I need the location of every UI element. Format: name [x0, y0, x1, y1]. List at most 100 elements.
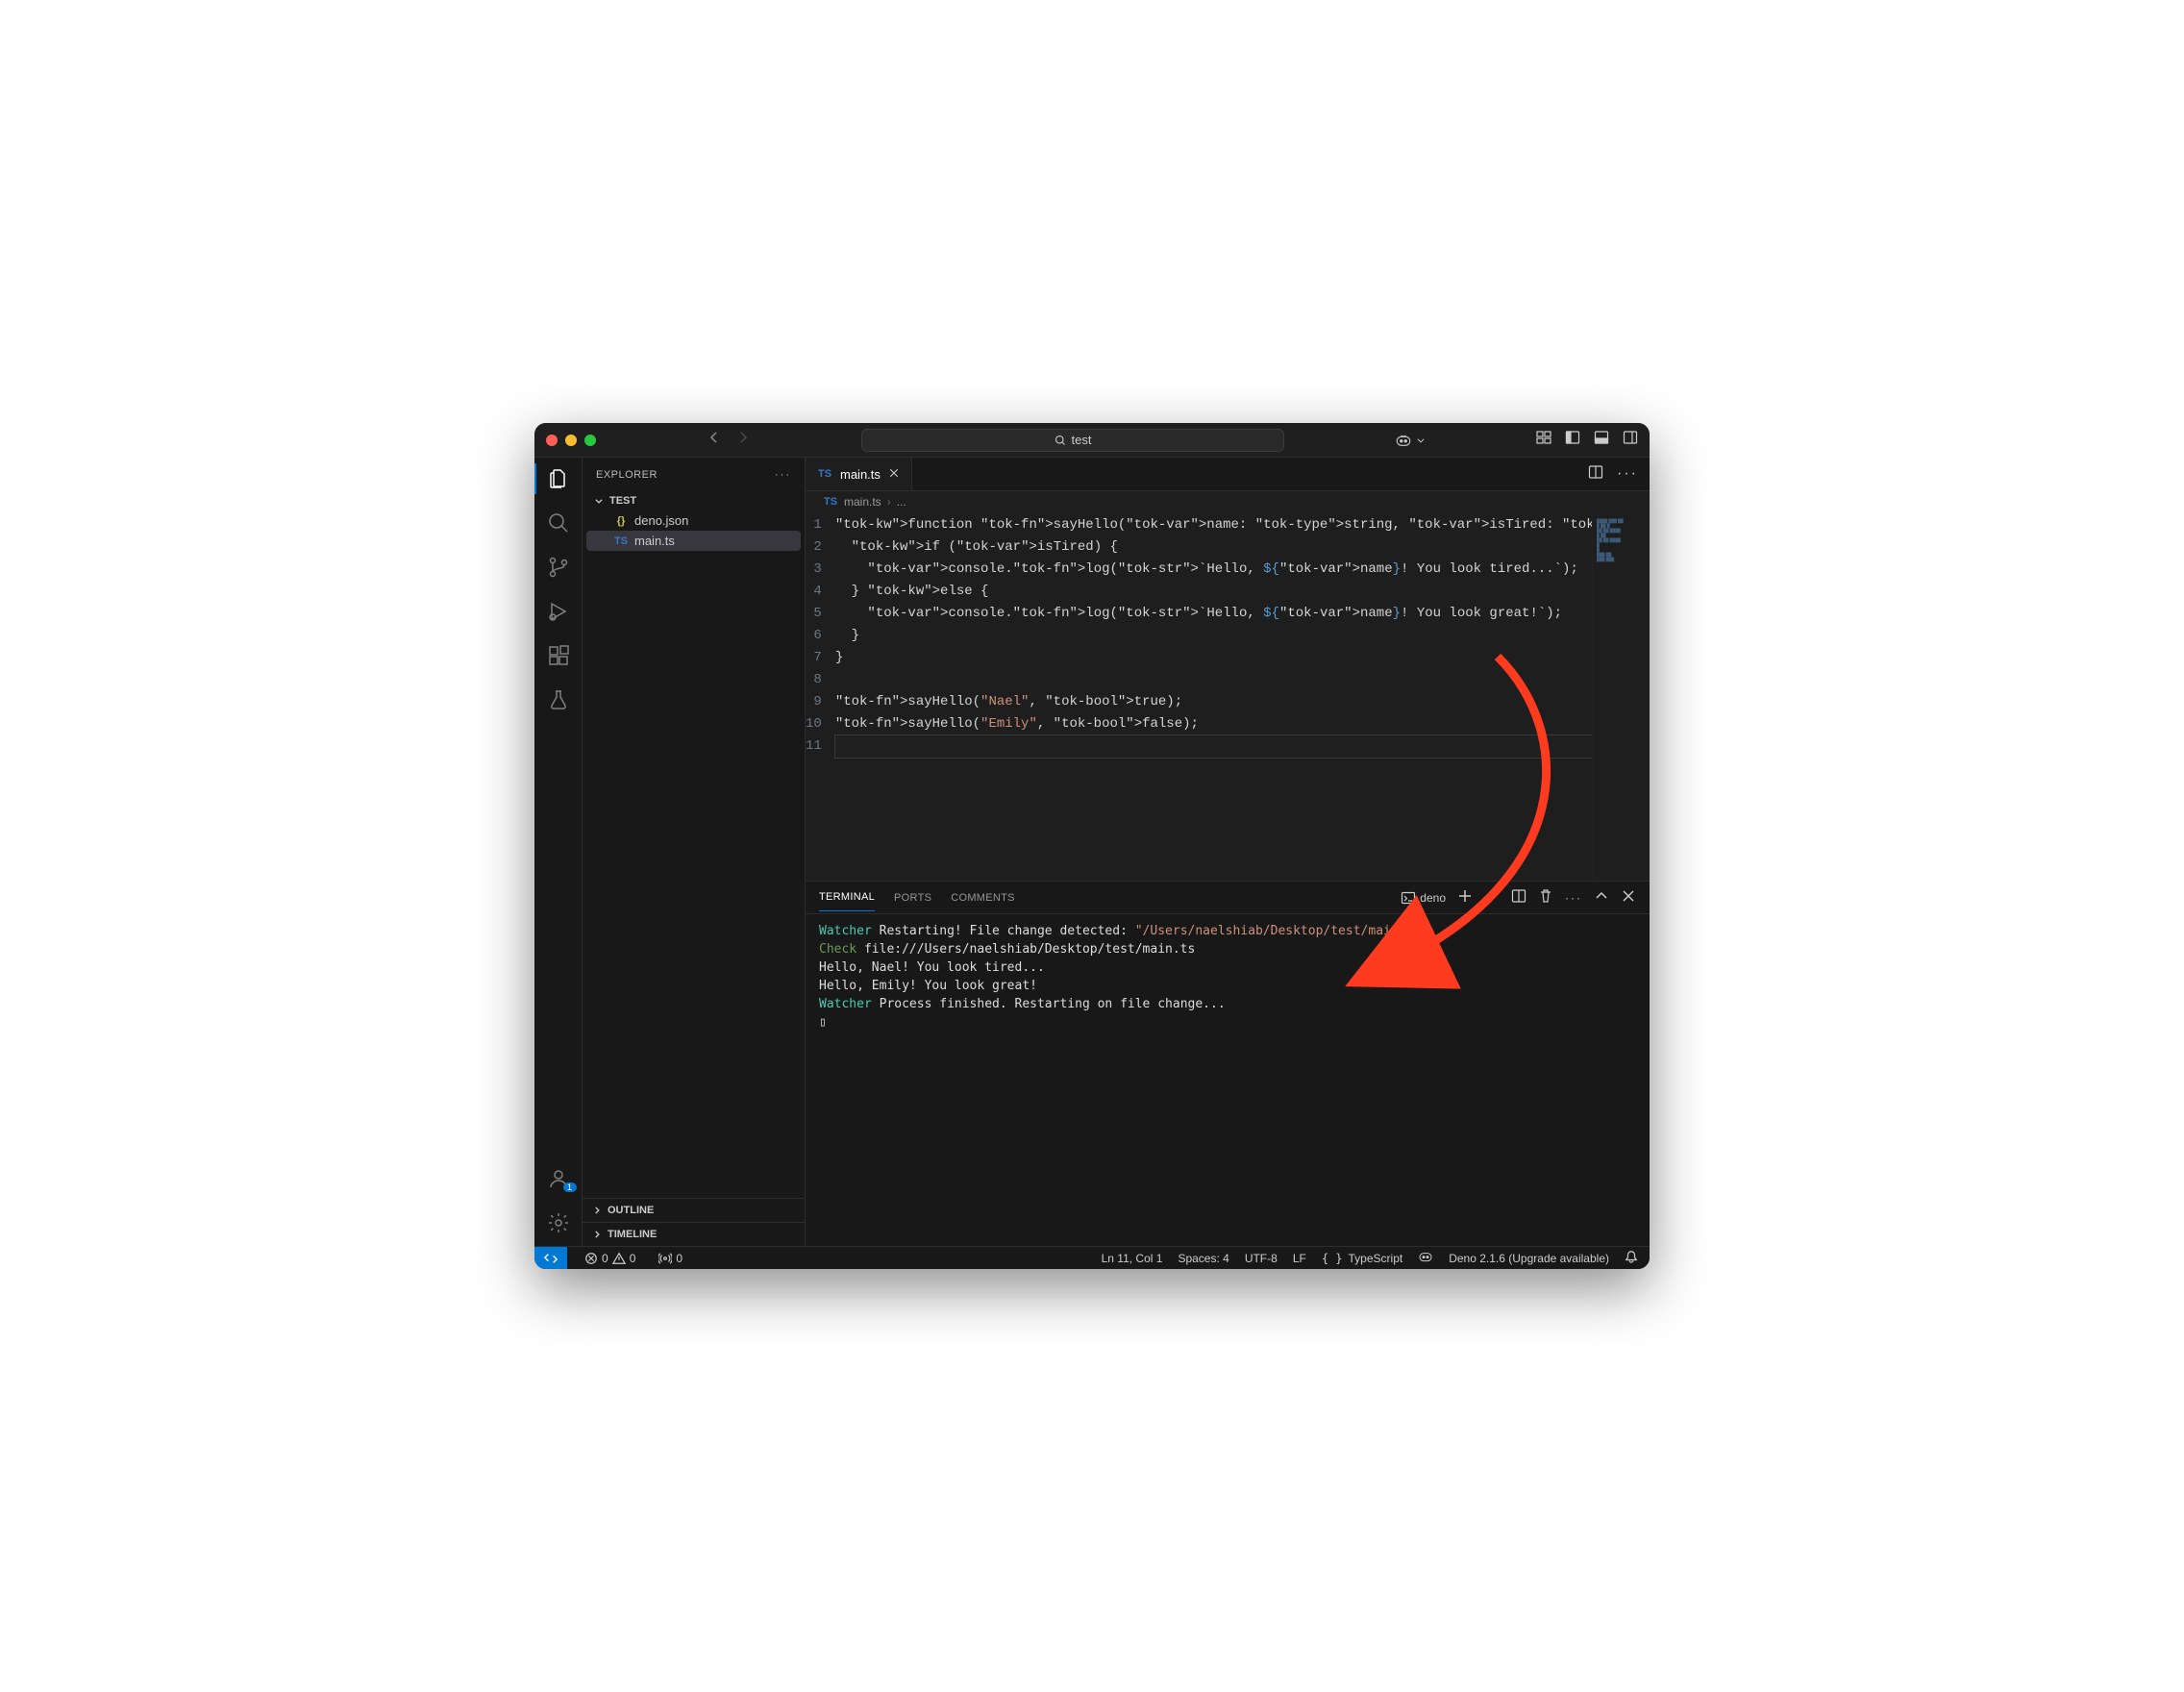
- notifications-button[interactable]: [1625, 1250, 1638, 1266]
- chevron-up-icon: [1594, 888, 1609, 904]
- file-item[interactable]: {}deno.json: [586, 510, 801, 531]
- tab-label: main.ts: [840, 467, 881, 482]
- accounts-activity[interactable]: 1: [534, 1167, 583, 1190]
- indentation-status[interactable]: Spaces: 4: [1178, 1252, 1228, 1265]
- sidebar-more-icon[interactable]: ···: [775, 469, 791, 481]
- cursor-position[interactable]: Ln 11, Col 1: [1102, 1252, 1163, 1265]
- file-item[interactable]: TSmain.ts: [586, 531, 801, 551]
- extensions-icon: [547, 644, 570, 667]
- copilot-icon: [1418, 1249, 1433, 1264]
- tab-close-button[interactable]: [888, 467, 900, 482]
- run-debug-activity[interactable]: [534, 600, 583, 623]
- settings-activity[interactable]: [534, 1211, 583, 1234]
- zoom-window-button[interactable]: [584, 435, 596, 446]
- customize-layout-icon[interactable]: [1536, 430, 1551, 450]
- code-editor[interactable]: 1234567891011 "tok-kw">function "tok-fn"…: [806, 512, 1592, 881]
- activity-bar: 1: [534, 458, 583, 1246]
- back-button[interactable]: [707, 430, 722, 450]
- panel-tab-terminal[interactable]: TERMINAL: [819, 883, 875, 911]
- minimap[interactable]: ████ ███ ███ ██ ███ ██ █████ ████ ██ ███…: [1592, 512, 1650, 881]
- file-tree: TEST {}deno.jsonTSmain.ts: [583, 491, 805, 551]
- new-terminal-button[interactable]: [1457, 888, 1473, 907]
- copilot-status[interactable]: [1418, 1249, 1433, 1267]
- split-terminal-button[interactable]: [1511, 888, 1526, 907]
- broadcast-icon: [658, 1252, 672, 1265]
- split-editor-icon[interactable]: [1588, 464, 1603, 485]
- sidebar-title: EXPLORER: [596, 469, 658, 481]
- terminal-output[interactable]: Watcher Restarting! File change detected…: [806, 914, 1650, 1246]
- close-panel-button[interactable]: [1621, 888, 1636, 907]
- encoding-status[interactable]: UTF-8: [1245, 1252, 1278, 1265]
- panel-actions: deno ···: [1401, 888, 1636, 907]
- panel-tab-comments[interactable]: COMMENTS: [951, 884, 1015, 911]
- code-content: "tok-kw">function "tok-fn">sayHello("tok…: [835, 514, 1592, 881]
- toggle-primary-sidebar-icon[interactable]: [1565, 430, 1580, 450]
- search-icon: [547, 511, 570, 535]
- more-actions-icon[interactable]: ···: [1617, 465, 1638, 483]
- deno-status[interactable]: Deno 2.1.6 (Upgrade available): [1449, 1252, 1609, 1265]
- git-branch-icon: [547, 556, 570, 579]
- toggle-panel-icon[interactable]: [1594, 430, 1609, 450]
- chevron-down-icon: [1484, 888, 1500, 904]
- maximize-panel-button[interactable]: [1594, 888, 1609, 907]
- remote-button[interactable]: [534, 1247, 567, 1270]
- timeline-label: TIMELINE: [608, 1229, 657, 1240]
- command-center[interactable]: test: [861, 429, 1284, 452]
- panel-tabs: TERMINAL PORTS COMMENTS deno ···: [806, 882, 1650, 914]
- chevron-down-icon: [1416, 435, 1426, 445]
- tab-main-ts[interactable]: TS main.ts: [806, 458, 912, 490]
- testing-activity[interactable]: [534, 688, 583, 711]
- line-gutter: 1234567891011: [806, 514, 835, 881]
- split-icon: [1511, 888, 1526, 904]
- copilot-button[interactable]: [1395, 432, 1426, 449]
- explorer-activity[interactable]: [534, 467, 583, 490]
- bottom-panel: TERMINAL PORTS COMMENTS deno ···: [806, 881, 1650, 1246]
- source-control-activity[interactable]: [534, 556, 583, 579]
- panel-tab-ports[interactable]: PORTS: [894, 884, 931, 911]
- account-badge: 1: [563, 1182, 577, 1192]
- terminal-icon: [1401, 890, 1416, 906]
- search-activity[interactable]: [534, 511, 583, 535]
- language-status[interactable]: { } TypeScript: [1322, 1252, 1402, 1265]
- error-icon: [584, 1252, 598, 1265]
- problems-status[interactable]: 0 0: [579, 1252, 641, 1265]
- kill-terminal-button[interactable]: [1538, 888, 1553, 907]
- status-bar: 0 0 0 Ln 11, Col 1 Spaces: 4 UTF-8 LF { …: [534, 1246, 1650, 1269]
- panel-more-button[interactable]: ···: [1565, 891, 1582, 905]
- outline-section[interactable]: OUTLINE: [583, 1198, 805, 1222]
- play-bug-icon: [547, 600, 570, 623]
- gear-icon: [547, 1211, 570, 1234]
- ts-file-icon: TS: [613, 535, 629, 547]
- extensions-activity[interactable]: [534, 644, 583, 667]
- plus-icon: [1457, 888, 1473, 904]
- eol-status[interactable]: LF: [1293, 1252, 1306, 1265]
- files-icon: [547, 467, 570, 490]
- minimize-window-button[interactable]: [565, 435, 577, 446]
- terminal-profile[interactable]: deno: [1401, 890, 1446, 906]
- timeline-section[interactable]: TIMELINE: [583, 1222, 805, 1246]
- remote-icon: [544, 1252, 558, 1265]
- bell-icon: [1625, 1250, 1638, 1263]
- ts-file-icon: TS: [823, 496, 838, 508]
- copilot-icon: [1395, 432, 1412, 449]
- command-center-text: test: [1072, 433, 1092, 447]
- layout-controls: [1536, 430, 1638, 450]
- title-bar: test: [534, 423, 1650, 458]
- ports-status[interactable]: 0: [653, 1252, 688, 1265]
- forward-button[interactable]: [735, 430, 751, 450]
- folder-root-label: TEST: [609, 495, 636, 507]
- chevron-right-icon: [592, 1230, 602, 1239]
- toggle-secondary-sidebar-icon[interactable]: [1623, 430, 1638, 450]
- vscode-window: test: [534, 423, 1650, 1269]
- close-icon: [888, 467, 900, 479]
- folder-root[interactable]: TEST: [586, 491, 801, 510]
- ts-file-icon: TS: [817, 468, 832, 480]
- terminal-dropdown-button[interactable]: [1484, 888, 1500, 907]
- editor-group: TS main.ts ··· TS main.ts › ...: [806, 458, 1650, 1246]
- sidebar-header: EXPLORER ···: [583, 458, 805, 491]
- close-window-button[interactable]: [546, 435, 558, 446]
- trash-icon: [1538, 888, 1553, 904]
- editor-tabs: TS main.ts ···: [806, 458, 1650, 491]
- outline-label: OUTLINE: [608, 1205, 654, 1216]
- breadcrumbs[interactable]: TS main.ts › ...: [806, 491, 1650, 512]
